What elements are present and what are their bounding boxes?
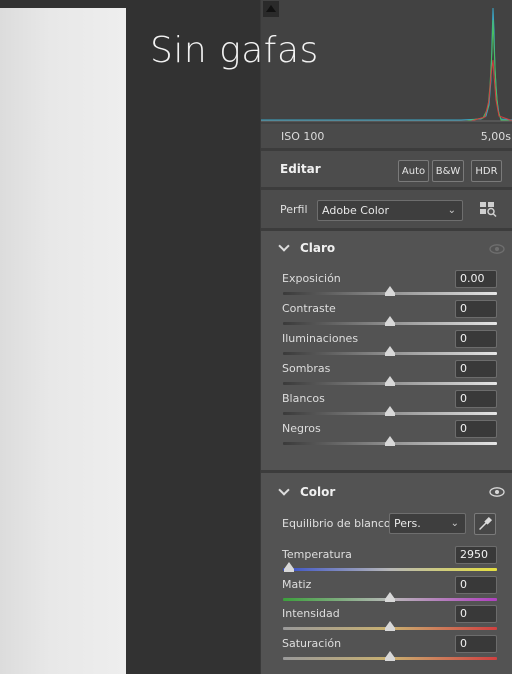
chevron-down-icon: ⌄ <box>450 518 459 529</box>
photo-canvas[interactable] <box>0 0 260 674</box>
slider-thumb[interactable] <box>385 436 395 446</box>
profile-label: Perfil <box>280 203 308 216</box>
slider-value-input[interactable]: 0 <box>455 330 497 348</box>
slider-thumb[interactable] <box>385 376 395 386</box>
white-balance-eyedropper-button[interactable] <box>474 513 496 535</box>
slider-value-input[interactable]: 2950 <box>455 546 497 564</box>
white-balance-label: Equilibrio de blancos <box>282 517 397 530</box>
slider-label: Sombras <box>282 362 331 375</box>
light-section-header[interactable]: Claro <box>278 240 336 255</box>
chevron-down-icon: ⌄ <box>447 205 456 216</box>
slider-label: Matiz <box>282 577 312 591</box>
edit-panel: ISO 100 5,00s Editar Auto B&W HDR Perfil… <box>260 0 512 674</box>
slider-thumb[interactable] <box>385 316 395 326</box>
visibility-eye-icon[interactable] <box>489 487 505 497</box>
bw-button[interactable]: B&W <box>432 160 464 182</box>
auto-button[interactable]: Auto <box>398 160 429 182</box>
slider-thumb[interactable] <box>284 562 295 572</box>
profile-select[interactable]: Adobe Color ⌄ <box>317 200 463 221</box>
slider-value-input[interactable]: 0 <box>455 300 497 318</box>
light-section-title: Claro <box>300 241 336 255</box>
light-section: Claro Exposición 0.00 Contraste 0 Iluminacio… <box>261 231 512 470</box>
slider-thumb[interactable] <box>385 650 395 661</box>
color-section: Color Equilibrio de blancos Pers. ⌄ Temp… <box>261 473 512 674</box>
slider-value-input[interactable]: 0 <box>455 575 497 594</box>
slider-thumb[interactable] <box>385 591 395 602</box>
slider-label: Blancos <box>282 392 325 405</box>
white-balance-value: Pers. <box>394 517 421 530</box>
visibility-eye-icon[interactable] <box>489 244 505 254</box>
slider-thumb[interactable] <box>385 621 395 631</box>
iso-value: ISO 100 <box>281 129 325 143</box>
slider-label: Intensidad <box>282 607 340 620</box>
color-section-title: Color <box>300 485 336 499</box>
slider-label: Iluminaciones <box>282 332 359 345</box>
profile-select-value: Adobe Color <box>322 204 390 217</box>
slider-value-input[interactable]: 0 <box>455 420 497 438</box>
edit-header: Editar Auto B&W HDR <box>261 151 512 187</box>
shutter-value: 5,00s <box>480 129 511 143</box>
photo-preview[interactable] <box>0 8 126 674</box>
slider-value-input[interactable]: 0 <box>455 634 497 653</box>
slider-thumb[interactable] <box>385 406 395 416</box>
edit-title: Editar <box>280 162 321 176</box>
shadow-clipping-warning-icon[interactable] <box>263 1 279 17</box>
white-balance-select[interactable]: Pers. ⌄ <box>389 513 466 534</box>
profile-row: Perfil Adobe Color ⌄ <box>261 190 512 228</box>
slider-thumb[interactable] <box>385 286 395 296</box>
slider-value-input[interactable]: 0 <box>455 390 497 408</box>
slider-value-input[interactable]: 0.00 <box>455 270 497 288</box>
hdr-button[interactable]: HDR <box>471 160 502 182</box>
slider-label: Contraste <box>282 302 336 315</box>
overlay-title: Sin gafas <box>150 30 319 71</box>
slider-label: Temperatura <box>282 548 352 561</box>
grid-browse-icon[interactable] <box>479 201 497 217</box>
slider-track[interactable] <box>283 568 497 571</box>
slider-value-input[interactable]: 0 <box>455 605 497 623</box>
color-section-header[interactable]: Color <box>278 484 336 499</box>
slider-thumb[interactable] <box>385 346 395 356</box>
chevron-down-icon <box>278 484 290 496</box>
slider-label: Saturación <box>282 636 342 650</box>
slider-value-input[interactable]: 0 <box>455 360 497 378</box>
slider-label: Negros <box>282 422 321 435</box>
camera-info: ISO 100 5,00s <box>261 124 512 148</box>
slider-label: Exposición <box>282 272 341 285</box>
eyedropper-icon <box>479 516 493 530</box>
chevron-down-icon <box>278 240 290 252</box>
